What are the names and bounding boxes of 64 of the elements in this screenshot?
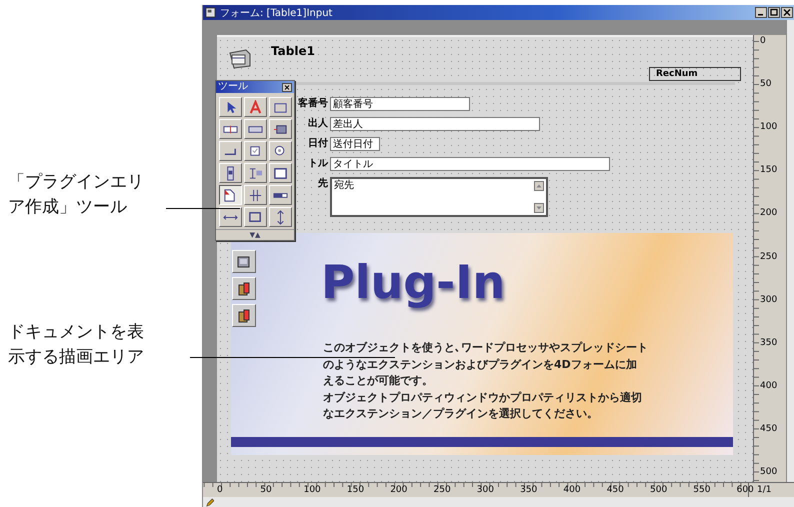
ruler-label: 150 bbox=[760, 165, 778, 176]
ruler-label: 300 bbox=[760, 294, 778, 305]
ruler-label: 350 bbox=[760, 338, 778, 348]
ruler-label: 250 bbox=[760, 252, 778, 262]
table-icon bbox=[227, 47, 253, 69]
close-icon[interactable] bbox=[282, 82, 292, 92]
book-icon bbox=[236, 280, 252, 296]
ruler-label: 100 bbox=[304, 485, 321, 495]
ruler-label: 600 bbox=[736, 485, 754, 495]
ruler-label: 250 bbox=[434, 485, 451, 495]
callout-label: ドキュメントを表 示する描画エリア bbox=[8, 321, 144, 369]
ruler-label: 50 bbox=[260, 485, 272, 495]
scroll-down-icon[interactable] bbox=[534, 203, 544, 213]
maximize-icon[interactable] bbox=[768, 7, 780, 18]
ruler-label: 50 bbox=[760, 79, 772, 90]
input-field[interactable]: タイトル bbox=[330, 157, 610, 171]
ruler-label: 200 bbox=[390, 485, 408, 495]
book-button[interactable] bbox=[232, 304, 256, 327]
ruler-label: 0 bbox=[760, 36, 766, 46]
input-field[interactable]: 送付日付 bbox=[330, 137, 380, 151]
list-icon bbox=[248, 166, 263, 180]
horizontal-scrollbar[interactable] bbox=[203, 497, 794, 507]
letter-a-icon bbox=[248, 100, 263, 114]
ruler-label: 400 bbox=[760, 380, 778, 391]
ruler-label: 0 bbox=[217, 485, 223, 495]
ruler-label: 100 bbox=[760, 122, 778, 132]
minimize-icon[interactable] bbox=[755, 7, 767, 18]
window-title: フォーム: [Table1]Input bbox=[220, 6, 332, 20]
plugin-description: このオブジェクトを使うと､ワードプロセッサやスプレッドシート のようなエクステンションおよびプラグインを4Dフォームに加 えることが可能です。 オブジェクトプロパティウィンドウかプロパティリストから適切 なエクステンション／プラグインを選択してください。 bbox=[323, 340, 648, 422]
input-field[interactable]: 顧客番号 bbox=[330, 97, 470, 111]
grid-icon bbox=[248, 188, 263, 202]
recnum-field[interactable]: RecNum bbox=[649, 67, 741, 81]
field-label: トル bbox=[307, 157, 328, 171]
book-button[interactable] bbox=[232, 277, 256, 300]
ruler-label: 450 bbox=[760, 424, 778, 434]
rectangle-icon bbox=[248, 210, 263, 224]
input-field[interactable]: 差出人 bbox=[330, 117, 540, 131]
ruler-label: 500 bbox=[760, 467, 778, 477]
field-label: 出人 bbox=[307, 117, 328, 131]
table-name: Table1 bbox=[271, 44, 315, 58]
field-label: 日付 bbox=[307, 137, 328, 151]
scroll-up-icon[interactable] bbox=[534, 181, 544, 191]
library-button[interactable] bbox=[232, 250, 256, 273]
ruler-label: 450 bbox=[606, 485, 624, 495]
ruler-label: 500 bbox=[650, 485, 668, 495]
vertical-scrollbar[interactable] bbox=[786, 20, 794, 482]
field-label: 客番号 bbox=[298, 97, 328, 111]
book-icon bbox=[236, 308, 252, 324]
field-label: 先 bbox=[316, 177, 328, 191]
ruler-label: 400 bbox=[563, 485, 581, 495]
input-field[interactable]: 宛先 bbox=[330, 177, 548, 217]
ruler-label: 200 bbox=[760, 208, 778, 218]
form-icon bbox=[205, 7, 216, 18]
callout-label: 「プラグインエリ ア作成」ツール bbox=[8, 171, 144, 219]
palette-title: ツール bbox=[218, 81, 248, 93]
ruler-label: 150 bbox=[346, 485, 364, 495]
library-icon bbox=[236, 254, 252, 270]
ruler-label: 300 bbox=[476, 485, 494, 495]
ruler-label: 550 bbox=[693, 485, 710, 495]
close-icon[interactable] bbox=[781, 7, 793, 18]
tab-icon bbox=[273, 166, 288, 180]
ruler-label: 350 bbox=[520, 485, 538, 495]
plugin-title: Plug-In bbox=[321, 255, 506, 309]
tool-button[interactable] bbox=[219, 185, 242, 205]
